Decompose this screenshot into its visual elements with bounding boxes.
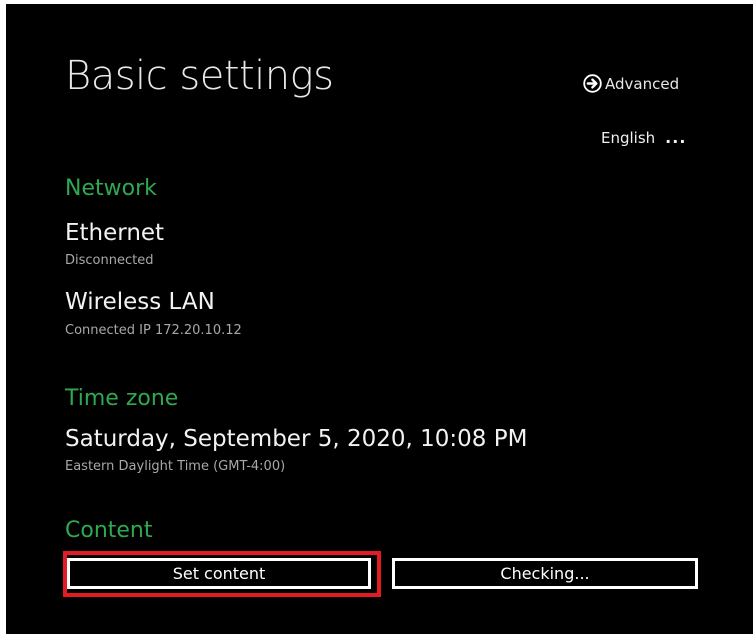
advanced-link[interactable]: Advanced <box>583 74 679 93</box>
network-heading: Network <box>65 176 157 201</box>
checking-button[interactable]: Checking... <box>392 558 698 589</box>
time-zone-value: Eastern Daylight Time (GMT-4:00) <box>65 459 286 474</box>
more-options-icon: ... <box>665 128 687 147</box>
wireless-status: Connected IP 172.20.10.12 <box>65 323 242 338</box>
content-heading: Content <box>65 518 153 543</box>
set-content-button[interactable]: Set content <box>67 558 371 589</box>
language-selector[interactable]: English ... <box>601 128 686 147</box>
arrow-right-circle-icon <box>583 74 602 93</box>
settings-panel: Basic settings Advanced English ... Netw… <box>6 4 753 634</box>
datetime-value: Saturday, September 5, 2020, 10:08 PM <box>65 426 528 452</box>
language-label: English <box>601 129 656 147</box>
page-title: Basic settings <box>65 53 334 99</box>
ethernet-status: Disconnected <box>65 253 154 268</box>
wireless-title: Wireless LAN <box>65 289 215 315</box>
ethernet-title: Ethernet <box>65 220 165 246</box>
time-zone-heading: Time zone <box>65 386 179 411</box>
advanced-label: Advanced <box>605 74 680 93</box>
